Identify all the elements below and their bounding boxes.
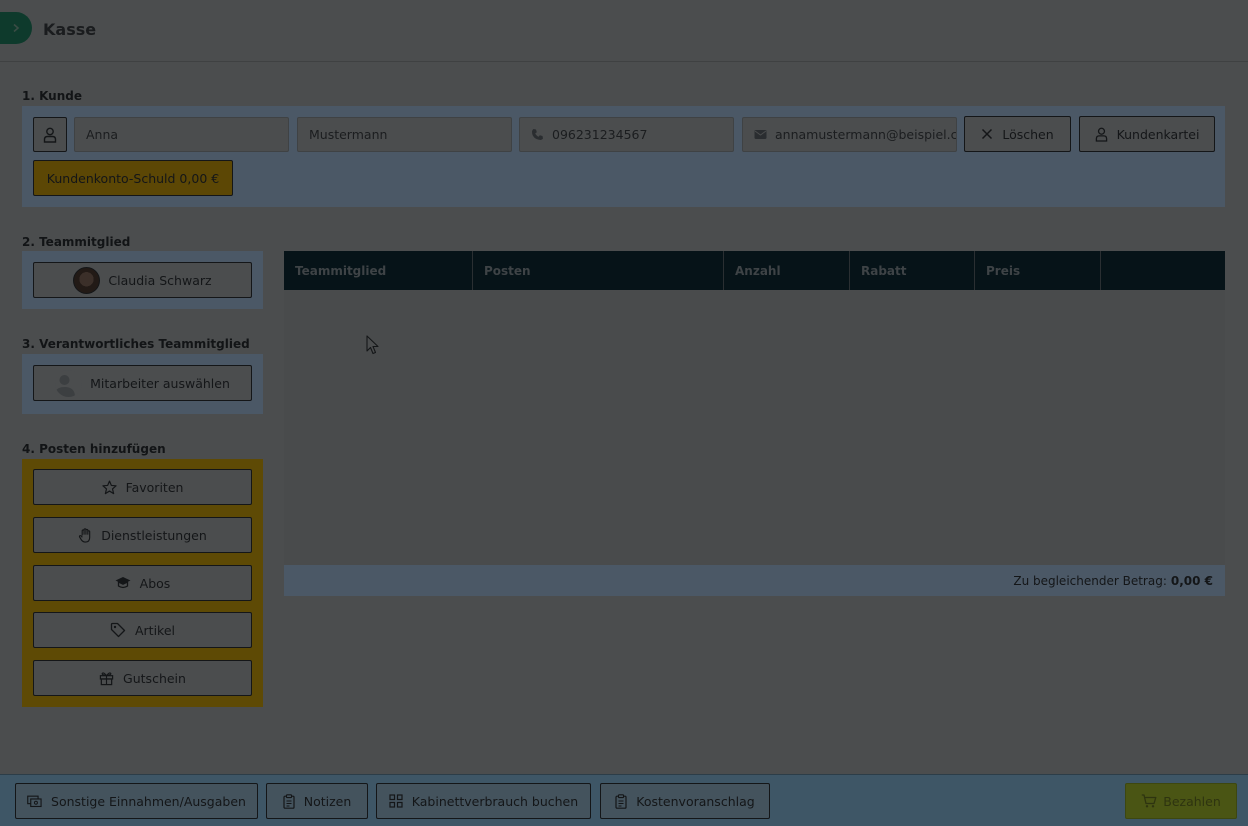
voucher-label: Gutschein <box>123 670 186 686</box>
clear-customer-button[interactable]: Löschen <box>964 116 1071 152</box>
grid-icon <box>389 794 403 808</box>
articles-label: Artikel <box>134 622 176 638</box>
responsible-select-button[interactable]: Mitarbeiter auswählen <box>33 365 252 401</box>
other-income-expense-button[interactable]: Sonstige Einnahmen/Ausgaben <box>15 783 258 819</box>
tag-icon <box>110 622 126 638</box>
pay-button[interactable]: Bezahlen <box>1125 783 1237 819</box>
cabinet-consumption-label: Kabinettverbrauch buchen <box>411 793 579 809</box>
section-label-responsible: 3. Verantwortliches Teammitglied <box>22 337 250 351</box>
sidebar-toggle-button[interactable] <box>0 12 32 44</box>
section-label-customer: 1. Kunde <box>22 89 82 103</box>
mouse-cursor-icon <box>366 335 379 355</box>
avatar-placeholder-icon <box>55 369 83 397</box>
notes-button[interactable]: Notizen <box>266 783 368 819</box>
phone-field[interactable]: 096231234567 <box>519 117 734 152</box>
user-icon <box>43 127 57 143</box>
services-button[interactable]: Dienstleistungen <box>33 517 252 553</box>
team-member-select-button[interactable]: Claudia Schwarz <box>33 262 252 298</box>
page-title: Kasse <box>43 20 97 39</box>
column-header-item[interactable]: Posten <box>473 251 724 290</box>
items-table-header: Teammitglied Posten Anzahl Rabatt Preis <box>284 251 1225 290</box>
column-header-quantity[interactable]: Anzahl <box>724 251 850 290</box>
total-bar: Zu begleichender Betrag: 0,00 € <box>284 565 1225 596</box>
star-icon <box>101 480 117 494</box>
voucher-button[interactable]: Gutschein <box>33 660 252 696</box>
clipboard-icon <box>615 793 627 809</box>
favorites-label: Favoriten <box>125 479 184 495</box>
column-header-team-member[interactable]: Teammitglied <box>284 251 473 290</box>
user-icon <box>1095 127 1107 142</box>
phone-icon <box>532 129 543 140</box>
cost-estimate-button[interactable]: Kostenvoranschlag <box>600 783 770 819</box>
column-header-actions <box>1101 251 1225 290</box>
items-table-body <box>284 290 1225 565</box>
bottom-bar: Sonstige Einnahmen/Ausgaben Notizen Kabi… <box>0 774 1248 826</box>
section-label-team-member: 2. Teammitglied <box>22 235 131 249</box>
gift-icon <box>99 671 114 685</box>
customer-debt-button[interactable]: Kundenkonto-Schuld 0,00 € <box>33 160 233 196</box>
customer-card-button[interactable]: Kundenkartei <box>1079 116 1215 152</box>
mail-icon <box>754 130 767 139</box>
total-label: Zu begleichender Betrag: <box>1013 573 1167 588</box>
column-header-price[interactable]: Preis <box>975 251 1101 290</box>
customer-search-button[interactable] <box>33 117 67 152</box>
total-amount: 0,00 € <box>1170 573 1213 588</box>
cash-stack-icon <box>27 795 42 807</box>
subscriptions-label: Abos <box>139 575 171 591</box>
team-member-name: Claudia Schwarz <box>108 272 212 288</box>
section-label-add-items: 4. Posten hinzufügen <box>22 442 166 456</box>
first-name-field[interactable]: Anna <box>74 117 289 152</box>
subscriptions-button[interactable]: Abos <box>33 565 252 601</box>
customer-card-label: Kundenkartei <box>1116 126 1200 142</box>
column-header-discount[interactable]: Rabatt <box>850 251 975 290</box>
clear-customer-label: Löschen <box>1002 126 1054 142</box>
graduation-cap-icon <box>115 577 131 589</box>
phone-value: 096231234567 <box>552 127 648 142</box>
services-label: Dienstleistungen <box>101 527 207 543</box>
email-value: annamustermann@beispiel.c <box>775 127 957 142</box>
chevron-right-icon <box>13 23 20 33</box>
cost-estimate-label: Kostenvoranschlag <box>636 793 755 809</box>
responsible-placeholder: Mitarbeiter auswählen <box>90 375 230 391</box>
avatar <box>73 266 101 294</box>
close-icon <box>982 128 993 140</box>
notes-label: Notizen <box>303 793 352 809</box>
articles-button[interactable]: Artikel <box>33 612 252 648</box>
clipboard-icon <box>283 793 295 809</box>
favorites-button[interactable]: Favoriten <box>33 469 252 505</box>
pay-label: Bezahlen <box>1163 793 1221 809</box>
cart-icon <box>1142 794 1157 808</box>
email-field[interactable]: annamustermann@beispiel.c <box>742 117 957 152</box>
hand-icon <box>79 527 91 543</box>
cabinet-consumption-button[interactable]: Kabinettverbrauch buchen <box>376 783 591 819</box>
last-name-field[interactable]: Mustermann <box>297 117 512 152</box>
other-income-expense-label: Sonstige Einnahmen/Ausgaben <box>51 793 246 809</box>
top-bar: Kasse <box>0 0 1248 62</box>
